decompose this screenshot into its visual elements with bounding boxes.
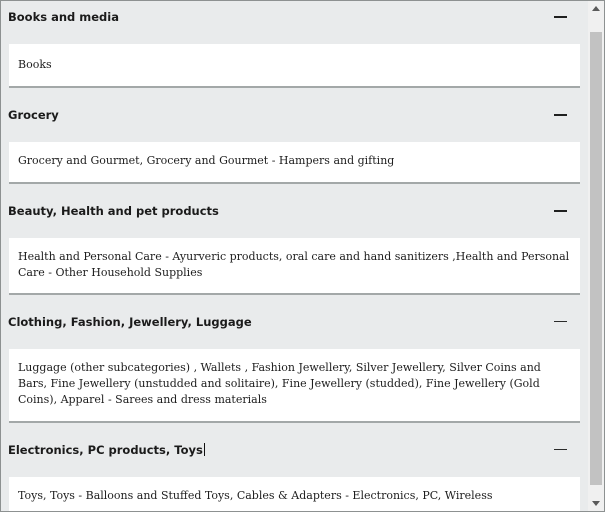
section-panel-clothing-fashion: Luggage (other subcategories) , Wallets …	[9, 349, 580, 423]
section-panel-beauty-health: Health and Personal Care - Ayurveric pro…	[9, 238, 580, 295]
section-title: Clothing, Fashion, Jewellery, Luggage	[8, 315, 252, 329]
scrollbar-thumb[interactable]	[590, 32, 602, 485]
section-panel-grocery: Grocery and Gourmet, Grocery and Gourmet…	[9, 142, 580, 184]
accordion-list: Books and media Books Grocery Grocery an…	[1, 1, 588, 511]
section-body-text: Luggage (other subcategories) , Wallets …	[18, 361, 541, 406]
section-title: Beauty, Health and pet products	[8, 204, 219, 218]
minus-icon[interactable]	[554, 210, 567, 212]
section-header-beauty-health[interactable]: Beauty, Health and pet products	[8, 201, 580, 221]
minus-icon[interactable]	[554, 449, 567, 450]
section-title: Electronics, PC products, Toys	[8, 440, 205, 460]
section-body-text: Health and Personal Care - Ayurveric pro…	[18, 250, 570, 279]
section-body-text: Books	[18, 58, 52, 71]
category-accordion-window: Books and media Books Grocery Grocery an…	[0, 0, 605, 512]
arrow-up-icon[interactable]	[592, 6, 600, 11]
section-body-text: Toys, Toys - Balloons and Stuffed Toys, …	[18, 489, 493, 502]
text-cursor	[203, 443, 205, 456]
vertical-scrollbar[interactable]	[588, 1, 604, 511]
minus-icon[interactable]	[554, 114, 567, 116]
section-title-text: Electronics, PC products, Toys	[8, 443, 203, 457]
minus-icon[interactable]	[554, 321, 567, 322]
minus-icon[interactable]	[554, 16, 567, 18]
arrow-down-icon[interactable]	[592, 501, 600, 506]
section-header-clothing-fashion[interactable]: Clothing, Fashion, Jewellery, Luggage	[8, 312, 580, 332]
section-title: Books and media	[8, 10, 119, 24]
section-panel-books-media: Books	[9, 44, 580, 88]
section-header-grocery[interactable]: Grocery	[8, 105, 580, 125]
section-title: Grocery	[8, 108, 59, 122]
section-header-electronics[interactable]: Electronics, PC products, Toys	[8, 440, 580, 460]
section-body-text: Grocery and Gourmet, Grocery and Gourmet…	[18, 154, 395, 167]
section-header-books-media[interactable]: Books and media	[8, 7, 580, 27]
section-panel-electronics: Toys, Toys - Balloons and Stuffed Toys, …	[9, 477, 580, 511]
